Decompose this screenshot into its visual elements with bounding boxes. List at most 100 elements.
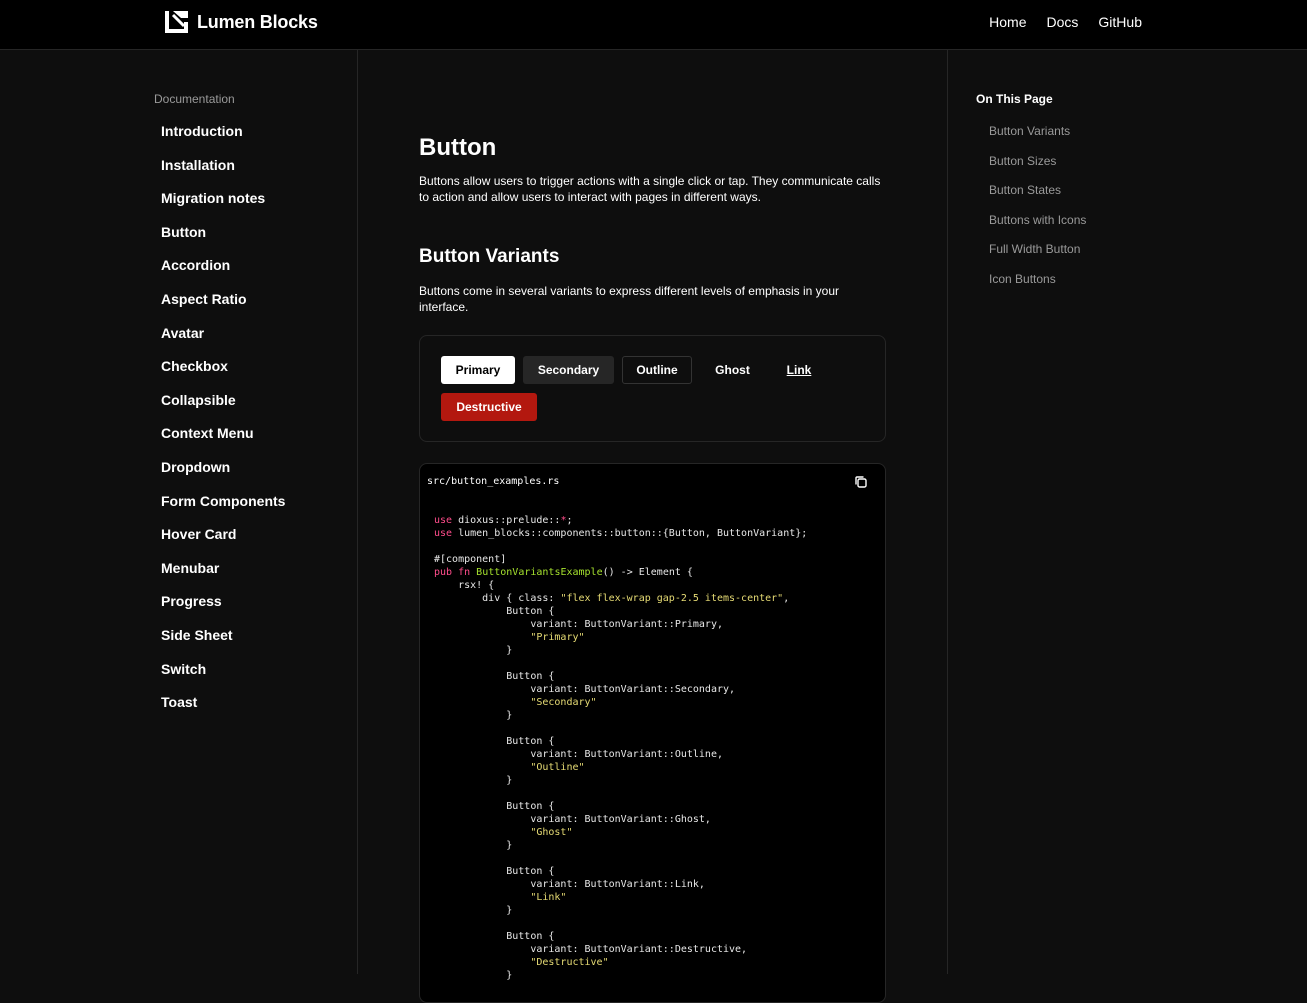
- toc-item-buttons-with-icons[interactable]: Buttons with Icons: [989, 213, 1086, 243]
- code-token: }: [434, 710, 513, 721]
- code-token: Button {: [434, 606, 555, 617]
- code-token: Button {: [434, 866, 555, 877]
- sidebar-item-aspect-ratio[interactable]: Aspect Ratio: [161, 290, 285, 324]
- code-line: #[component]: [434, 553, 807, 566]
- ghost-button[interactable]: Ghost: [700, 356, 765, 384]
- toc-item-full-width-button[interactable]: Full Width Button: [989, 242, 1086, 272]
- code-token: variant: ButtonVariant::Destructive,: [434, 944, 748, 955]
- code-token: div { class:: [434, 593, 561, 604]
- toc-item-button-states[interactable]: Button States: [989, 183, 1086, 213]
- sidebar-item-toast[interactable]: Toast: [161, 693, 285, 727]
- button-preview-panel: Primary Secondary Outline Ghost Link Des…: [419, 335, 886, 442]
- sidebar-item-side-sheet[interactable]: Side Sheet: [161, 626, 285, 660]
- sidebar-item-avatar[interactable]: Avatar: [161, 324, 285, 358]
- toc-title: On This Page: [976, 92, 1053, 106]
- code-token: #[component]: [434, 554, 507, 565]
- code-token: use: [434, 528, 453, 539]
- sidebar-item-hover-card[interactable]: Hover Card: [161, 525, 285, 559]
- sidebar-item-checkbox[interactable]: Checkbox: [161, 357, 285, 391]
- code-token: }: [434, 840, 513, 851]
- primary-button[interactable]: Primary: [441, 356, 515, 384]
- outline-button[interactable]: Outline: [622, 356, 692, 384]
- code-token: ;: [566, 515, 573, 526]
- destructive-button[interactable]: Destructive: [441, 393, 537, 421]
- page-title: Button: [419, 134, 497, 161]
- code-token: use: [434, 515, 453, 526]
- code-token: }: [434, 970, 513, 981]
- code-token: "Link": [530, 892, 567, 903]
- code-line: pub fn ButtonVariantsExample() -> Elemen…: [434, 566, 807, 579]
- code-token: }: [434, 645, 513, 656]
- sidebar-item-accordion[interactable]: Accordion: [161, 256, 285, 290]
- sidebar-item-installation[interactable]: Installation: [161, 156, 285, 190]
- sidebar-item-form-components[interactable]: Form Components: [161, 492, 285, 526]
- toc-list: Button Variants Button Sizes Button Stat…: [989, 124, 1086, 302]
- code-token: fn: [458, 567, 471, 578]
- code-line: "Primary": [434, 631, 807, 644]
- code-line: "Outline": [434, 761, 807, 774]
- sidebar-item-context-menu[interactable]: Context Menu: [161, 424, 285, 458]
- sidebar-item-menubar[interactable]: Menubar: [161, 559, 285, 593]
- code-token: "Outline": [530, 762, 585, 773]
- copy-icon[interactable]: [853, 474, 869, 490]
- page-description: Buttons allow users to trigger actions w…: [419, 174, 881, 204]
- code-line: Button {: [434, 735, 807, 748]
- nav-docs-link[interactable]: Docs: [1047, 14, 1079, 30]
- code-line: variant: ButtonVariant::Secondary,: [434, 683, 807, 696]
- code-line: "Destructive": [434, 956, 807, 969]
- code-token: variant: ButtonVariant::Link,: [434, 879, 705, 890]
- sidebar-item-migration-notes[interactable]: Migration notes: [161, 189, 285, 223]
- code-token: "Primary": [530, 632, 585, 643]
- code-token: lumen_blocks::components::button::{Butto…: [452, 528, 808, 539]
- docs-sidebar: Documentation Introduction Installation …: [0, 50, 358, 974]
- toc-item-button-variants[interactable]: Button Variants: [989, 124, 1086, 154]
- code-token: }: [434, 905, 513, 916]
- sidebar-item-button[interactable]: Button: [161, 223, 285, 257]
- link-button[interactable]: Link: [773, 356, 825, 384]
- code-line: variant: ButtonVariant::Primary,: [434, 618, 807, 631]
- code-token: "Secondary": [530, 697, 597, 708]
- top-bar: Lumen Blocks Home Docs GitHub: [0, 0, 1307, 50]
- sidebar-item-introduction[interactable]: Introduction: [161, 122, 285, 156]
- toc-item-icon-buttons[interactable]: Icon Buttons: [989, 272, 1086, 302]
- code-line: }: [434, 904, 807, 917]
- code-token: ButtonVariantsExample: [476, 567, 603, 578]
- sidebar-item-progress[interactable]: Progress: [161, 592, 285, 626]
- sidebar-item-switch[interactable]: Switch: [161, 660, 285, 694]
- secondary-button[interactable]: Secondary: [523, 356, 614, 384]
- code-block: src/button_examples.rs use dioxus::prelu…: [419, 463, 886, 1003]
- code-content: use dioxus::prelude::*; use lumen_blocks:…: [434, 514, 807, 982]
- brand-name: Lumen Blocks: [197, 11, 318, 32]
- sidebar-item-collapsible[interactable]: Collapsible: [161, 391, 285, 425]
- code-token: ,: [783, 593, 790, 604]
- brand-link[interactable]: Lumen Blocks: [164, 10, 318, 34]
- top-nav: Home Docs GitHub: [989, 14, 1142, 30]
- sidebar-item-dropdown[interactable]: Dropdown: [161, 458, 285, 492]
- code-token: Button {: [434, 736, 555, 747]
- code-line: variant: ButtonVariant::Destructive,: [434, 943, 807, 956]
- code-line: Button {: [434, 930, 807, 943]
- code-line: "Ghost": [434, 826, 807, 839]
- code-token: }: [434, 775, 513, 786]
- section-description: Buttons come in several variants to expr…: [419, 284, 839, 314]
- nav-home-link[interactable]: Home: [989, 14, 1026, 30]
- code-token: "Ghost": [530, 827, 573, 838]
- code-token: rsx! {: [434, 580, 495, 591]
- nav-github-link[interactable]: GitHub: [1098, 14, 1142, 30]
- code-token: Button {: [434, 671, 555, 682]
- code-line: Button {: [434, 800, 807, 813]
- lumen-blocks-logo-icon: [165, 11, 188, 33]
- code-line: }: [434, 774, 807, 787]
- toc-item-button-sizes[interactable]: Button Sizes: [989, 154, 1086, 184]
- code-line: }: [434, 839, 807, 852]
